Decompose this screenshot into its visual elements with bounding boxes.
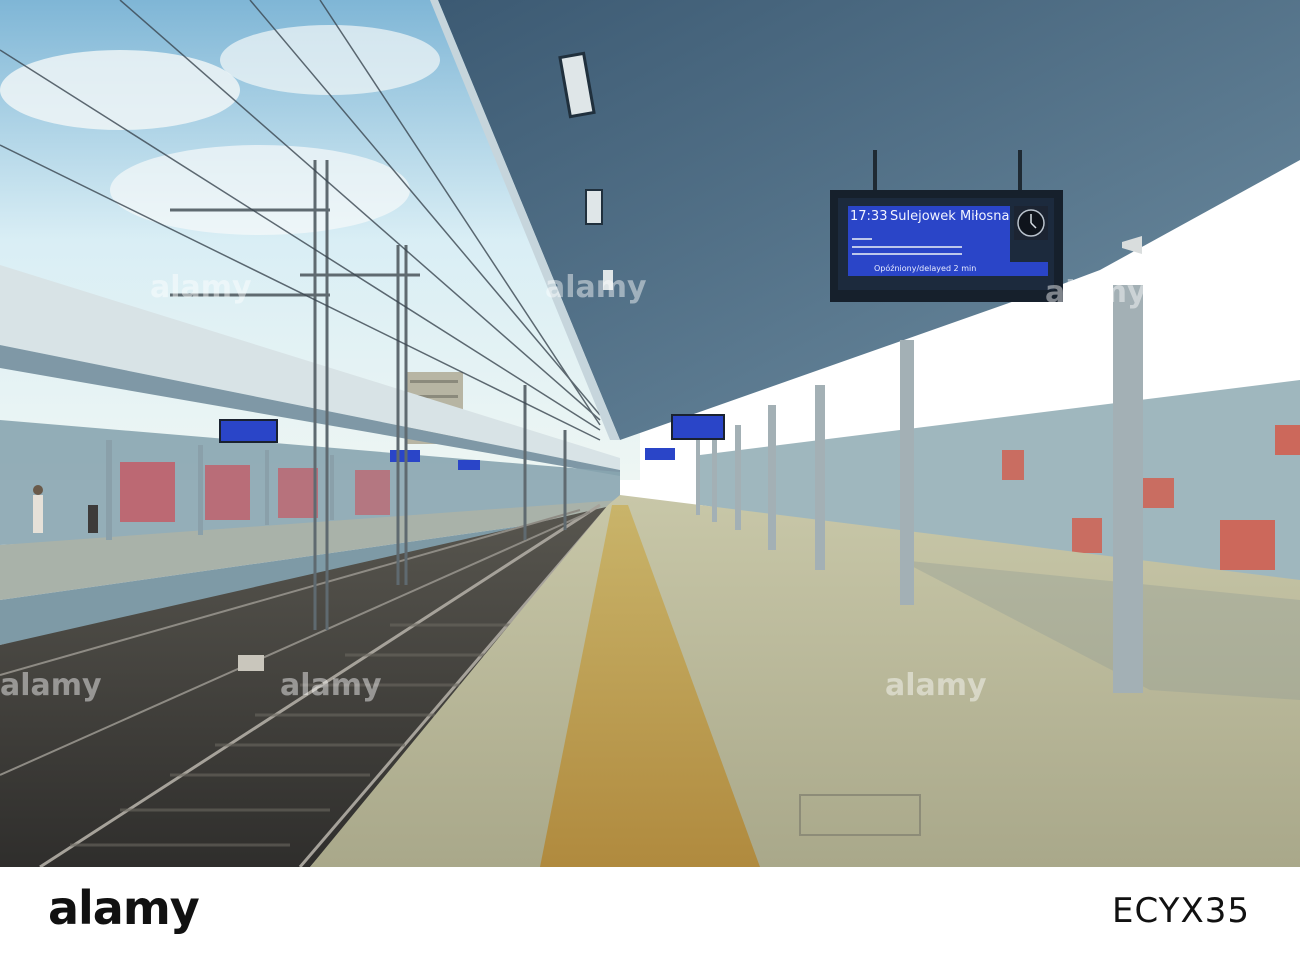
watermark: alamy (150, 270, 252, 305)
watermark: alamy (885, 668, 987, 703)
photo-scene: 17:33 Sulejowek Miłosna Opóźniony/delaye… (0, 0, 1300, 867)
station-photo (0, 0, 1300, 867)
left-platform-display (219, 419, 278, 443)
front-column (1113, 285, 1143, 693)
watermark: alamy (280, 668, 382, 703)
watermark: alamy (1045, 275, 1147, 310)
board-status: Opóźniony/delayed 2 min (874, 264, 977, 273)
board-destination: Sulejowek Miłosna (890, 209, 1010, 224)
alamy-logo[interactable]: alamy (48, 881, 200, 935)
watermark: alamy (545, 270, 647, 305)
watermark: alamy (0, 668, 102, 703)
board-time: 17:33 (850, 209, 888, 224)
image-code: ECYX35 (1112, 891, 1250, 931)
stock-footer: alamy ECYX35 (0, 867, 1300, 956)
